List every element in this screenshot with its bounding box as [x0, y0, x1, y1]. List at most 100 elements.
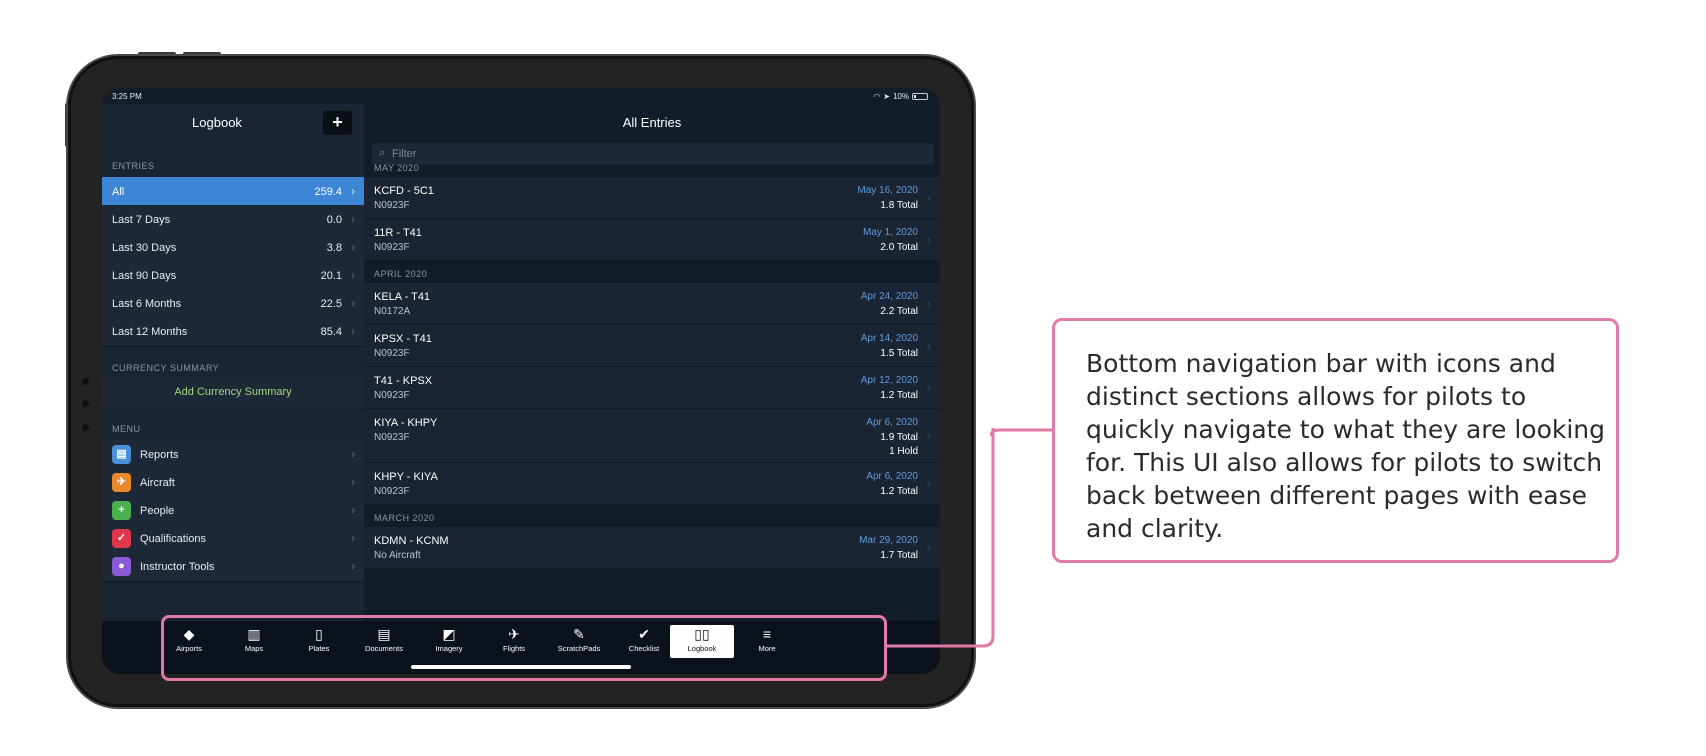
menu-item-people[interactable]: + People ›	[102, 496, 364, 526]
main-header: All Entries	[364, 104, 940, 140]
flight-entry-row[interactable]: T41 - KPSX N0923F Apr 12, 2020 1.2 Total…	[364, 367, 940, 409]
instructor-icon: ●	[112, 557, 131, 576]
chevron-right-icon: ›	[351, 296, 355, 310]
flight-total: 1.8 Total	[880, 200, 918, 211]
annotation-callout: Bottom navigation bar with icons and dis…	[1052, 318, 1619, 563]
status-bar: 3:25 PM ◠ ➤ 10%	[102, 88, 940, 104]
chevron-right-icon: ›	[351, 475, 355, 489]
flight-route: KDMN - KCNM	[374, 535, 449, 547]
page-title: All Entries	[622, 115, 682, 130]
flight-total: 1.2 Total	[880, 390, 918, 401]
filter-placeholder: Filter	[392, 148, 417, 160]
callout-connector	[887, 428, 995, 648]
chevron-right-icon: ›	[927, 297, 931, 311]
aircraft-tail: N0923F	[374, 242, 410, 253]
entry-filter-last-12-months[interactable]: Last 12 Months 85.4 ›	[102, 317, 364, 347]
currency-section-label: CURRENCY SUMMARY	[112, 363, 220, 373]
chevron-right-icon: ›	[351, 447, 355, 461]
flight-route: T41 - KPSX	[374, 375, 433, 387]
chevron-right-icon: ›	[351, 324, 355, 338]
chevron-right-icon: ›	[351, 531, 355, 545]
aircraft-tail: N0923F	[374, 348, 410, 359]
flight-total: 2.2 Total	[880, 306, 918, 317]
add-currency-summary-button[interactable]: Add Currency Summary	[102, 377, 364, 407]
app-screen: 3:25 PM ◠ ➤ 10% Logbook + ENTRIES All 25…	[102, 88, 940, 674]
entry-hours: 85.4	[320, 326, 342, 338]
entry-hours: 22.5	[320, 298, 342, 310]
entry-label: Last 6 Months	[112, 298, 182, 310]
entry-label: Last 7 Days	[112, 214, 171, 226]
status-time: 3:25 PM	[112, 92, 142, 101]
battery-icon	[912, 93, 928, 100]
wifi-icon: ◠	[873, 92, 881, 101]
camera-dot	[82, 400, 89, 407]
entry-filter-all[interactable]: All 259.4 ›	[102, 177, 364, 207]
callout-text: Bottom navigation bar with icons and dis…	[1086, 349, 1606, 543]
menu-item-qualifications[interactable]: ✓ Qualifications ›	[102, 524, 364, 554]
entry-label: Last 90 Days	[112, 270, 177, 282]
presentation-slide: 3:25 PM ◠ ➤ 10% Logbook + ENTRIES All 25…	[0, 0, 1706, 756]
aircraft-tail: N0923F	[374, 390, 410, 401]
entries-section-label: ENTRIES	[112, 161, 155, 171]
chevron-right-icon: ›	[351, 240, 355, 254]
entry-filter-last-6-months[interactable]: Last 6 Months 22.5 ›	[102, 289, 364, 319]
chevron-right-icon: ›	[351, 268, 355, 282]
entry-label: All	[112, 186, 125, 198]
chevron-right-icon: ›	[927, 339, 931, 353]
flight-route: KPSX - T41	[374, 333, 432, 345]
flight-date: Apr 12, 2020	[860, 375, 918, 386]
person-add-icon: +	[112, 501, 131, 520]
airplane-icon: ✈	[112, 473, 131, 492]
entry-hours: 3.8	[326, 242, 342, 254]
search-icon: ⌕	[379, 147, 386, 159]
menu-item-label: Aircraft	[140, 477, 175, 489]
aircraft-tail: N0923F	[374, 432, 410, 443]
flight-entry-row[interactable]: KIYA - KHPY N0923F Apr 6, 2020 1.9 Total…	[364, 409, 940, 463]
chevron-right-icon: ›	[351, 212, 355, 226]
month-section-label: MAY 2020	[374, 163, 420, 173]
menu-item-instructor-tools[interactable]: ● Instructor Tools ›	[102, 552, 364, 582]
chevron-right-icon: ›	[351, 184, 355, 198]
camera-dot	[82, 378, 89, 385]
flight-entry-row[interactable]: KHPY - KIYA N0923F Apr 6, 2020 1.2 Total…	[364, 463, 940, 505]
flight-entry-row[interactable]: KCFD - 5C1 N0923F May 16, 2020 1.8 Total…	[364, 177, 940, 219]
flight-date: May 1, 2020	[862, 227, 918, 238]
entry-hours: 259.4	[314, 186, 342, 198]
flight-route: KIYA - KHPY	[374, 417, 438, 429]
entries-list-pane: All Entries ⌕ Filter MAY 2020 KCFD - 5C1…	[364, 104, 940, 674]
menu-item-reports[interactable]: ▤ Reports ›	[102, 440, 364, 470]
entry-filter-last-7-days[interactable]: Last 7 Days 0.0 ›	[102, 205, 364, 235]
add-entry-button[interactable]: +	[323, 111, 352, 135]
aircraft-tail: N0923F	[374, 200, 410, 211]
flight-entry-row[interactable]: KDMN - KCNM No Aircraft Mar 29, 2020 1.7…	[364, 527, 940, 569]
flight-entry-row[interactable]: 11R - T41 N0923F May 1, 2020 2.0 Total ›	[364, 219, 940, 261]
chevron-right-icon: ›	[927, 191, 931, 205]
month-section-label: MARCH 2020	[374, 513, 435, 523]
flight-date: May 16, 2020	[857, 185, 918, 196]
tab-bar-highlight	[161, 615, 887, 681]
entry-filter-last-90-days[interactable]: Last 90 Days 20.1 ›	[102, 261, 364, 291]
battery-percent: 10%	[892, 92, 909, 101]
callout-connector-tip	[990, 428, 1052, 437]
flight-route: 11R - T41	[374, 227, 422, 239]
flight-date: Apr 14, 2020	[860, 333, 918, 344]
menu-item-label: Qualifications	[140, 533, 207, 545]
reports-icon: ▤	[112, 445, 131, 464]
flight-date: Apr 24, 2020	[860, 291, 918, 302]
chevron-right-icon: ›	[927, 381, 931, 395]
flight-total: 1.5 Total	[880, 348, 918, 359]
flight-route: KHPY - KIYA	[374, 471, 438, 483]
menu-item-aircraft[interactable]: ✈ Aircraft ›	[102, 468, 364, 498]
status-indicators: ◠ ➤ 10%	[873, 92, 928, 101]
chevron-right-icon: ›	[351, 503, 355, 517]
filter-input[interactable]: ⌕ Filter	[372, 143, 934, 165]
flight-entry-row[interactable]: KPSX - T41 N0923F Apr 14, 2020 1.5 Total…	[364, 325, 940, 367]
flight-entry-row[interactable]: KELA - T41 N0172A Apr 24, 2020 2.2 Total…	[364, 283, 940, 325]
entry-label: Last 30 Days	[112, 242, 177, 254]
aircraft-tail: N0923F	[374, 486, 410, 497]
aircraft-tail: N0172A	[374, 306, 411, 317]
menu-item-label: Instructor Tools	[140, 561, 215, 573]
entry-hours: 0.0	[326, 214, 342, 226]
location-icon: ➤	[883, 92, 890, 101]
entry-filter-last-30-days[interactable]: Last 30 Days 3.8 ›	[102, 233, 364, 263]
